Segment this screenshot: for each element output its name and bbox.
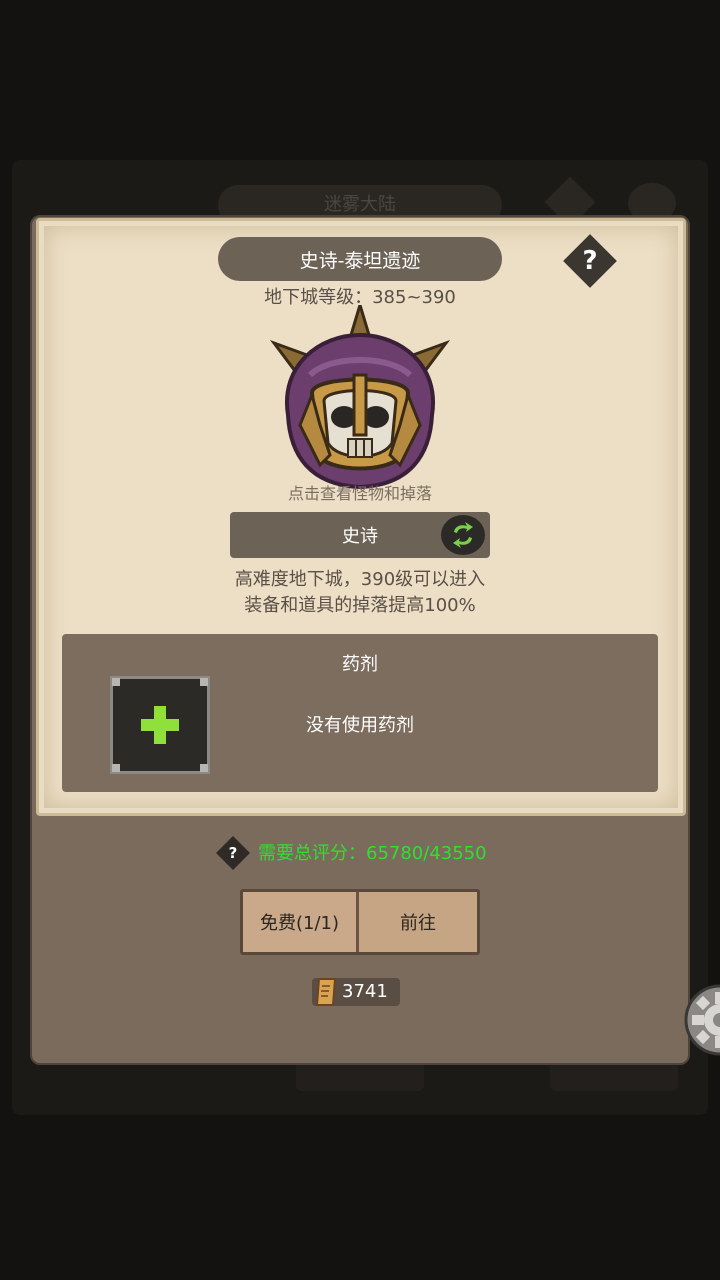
requirement-help-icon[interactable]: ?	[221, 841, 245, 865]
settings-gear-icon[interactable]	[676, 980, 720, 1060]
description-line-1: 高难度地下城，390级可以进入	[234, 569, 486, 590]
score-requirement: 需要总评分：65780/43550	[258, 843, 487, 864]
potion-title: 药剂	[342, 654, 378, 675]
swap-difficulty-icon[interactable]	[441, 515, 485, 555]
dungeon-title: 史诗-泰坦遗迹	[218, 237, 502, 281]
monster-portrait[interactable]	[270, 305, 450, 495]
potion-empty-text: 没有使用药剂	[306, 715, 414, 736]
go-button[interactable]: 前往	[359, 892, 477, 952]
free-entry-button[interactable]: 免费(1/1)	[243, 892, 356, 952]
scroll-ticket-icon	[315, 978, 337, 1006]
game-screen: 迷雾大陆 史诗-泰坦遗迹 ? 地下城等级：385~390 点击查看怪物和掉落 史	[0, 0, 720, 1280]
monster-hint-text[interactable]: 点击查看怪物和掉落	[200, 482, 520, 506]
currency-value: 3741	[342, 981, 388, 1002]
add-potion-icon[interactable]	[110, 676, 210, 774]
help-icon[interactable]: ?	[571, 242, 609, 280]
description-line-2: 装备和道具的掉落提高100%	[244, 595, 476, 616]
